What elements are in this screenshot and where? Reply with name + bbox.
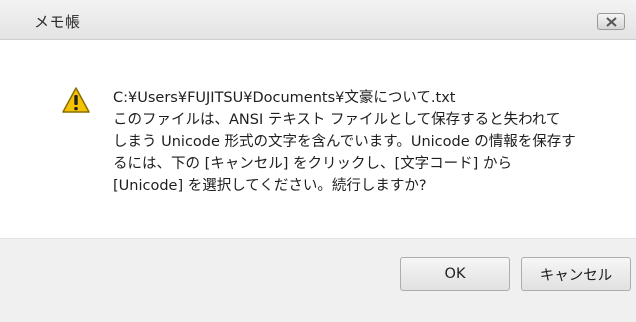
dialog-footer: OK キャンセル	[0, 238, 636, 322]
notepad-warning-dialog: メモ帳 C:¥Users¥FUJITSU¥Documents¥文豪について.tx…	[0, 0, 636, 322]
dialog-content: C:¥Users¥FUJITSU¥Documents¥文豪について.txt この…	[0, 40, 636, 238]
title-bar: メモ帳	[0, 0, 636, 40]
ok-button[interactable]: OK	[400, 257, 510, 291]
cancel-button[interactable]: キャンセル	[521, 257, 631, 291]
window-title: メモ帳	[34, 13, 81, 31]
close-button[interactable]	[597, 13, 625, 30]
warning-icon	[62, 87, 90, 113]
close-icon	[606, 17, 617, 27]
dialog-message: C:¥Users¥FUJITSU¥Documents¥文豪について.txt この…	[113, 90, 576, 194]
